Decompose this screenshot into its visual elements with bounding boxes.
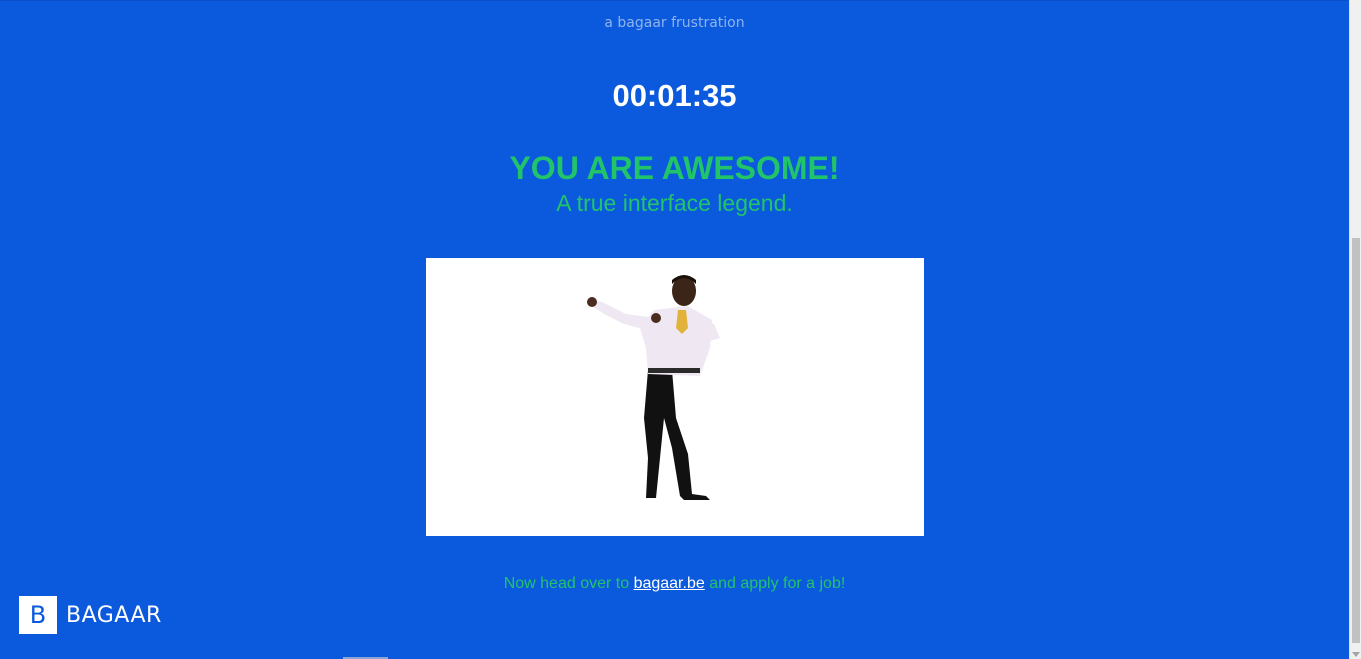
scrollbar-thumb[interactable] bbox=[1352, 238, 1360, 643]
logo-mark-icon: B bbox=[19, 596, 57, 634]
cta-text-after: and apply for a job! bbox=[704, 575, 846, 592]
cta-line: Now head over to bagaar.be and apply for… bbox=[0, 575, 1349, 593]
scroll-down-arrow-icon[interactable] bbox=[1352, 652, 1360, 657]
bagaar-logo[interactable]: B BAGAAR bbox=[19, 596, 162, 634]
page-top-edge bbox=[0, 0, 1349, 1]
success-tagline: A true interface legend. bbox=[556, 190, 793, 216]
page: a bagaar frustration 00:01:35 YOU ARE AW… bbox=[0, 0, 1349, 659]
success-headline: YOU ARE AWESOME! bbox=[509, 150, 840, 186]
bagaar-link[interactable]: bagaar.be bbox=[634, 575, 705, 592]
page-subtitle: a bagaar frustration bbox=[604, 15, 745, 31]
elapsed-timer: 00:01:35 bbox=[612, 78, 737, 113]
celebration-gif bbox=[426, 258, 924, 536]
logo-text: BAGAAR bbox=[66, 602, 162, 628]
dancing-man-icon bbox=[426, 258, 924, 536]
vertical-scrollbar[interactable] bbox=[1349, 0, 1361, 659]
cta-text-before: Now head over to bbox=[503, 575, 634, 592]
